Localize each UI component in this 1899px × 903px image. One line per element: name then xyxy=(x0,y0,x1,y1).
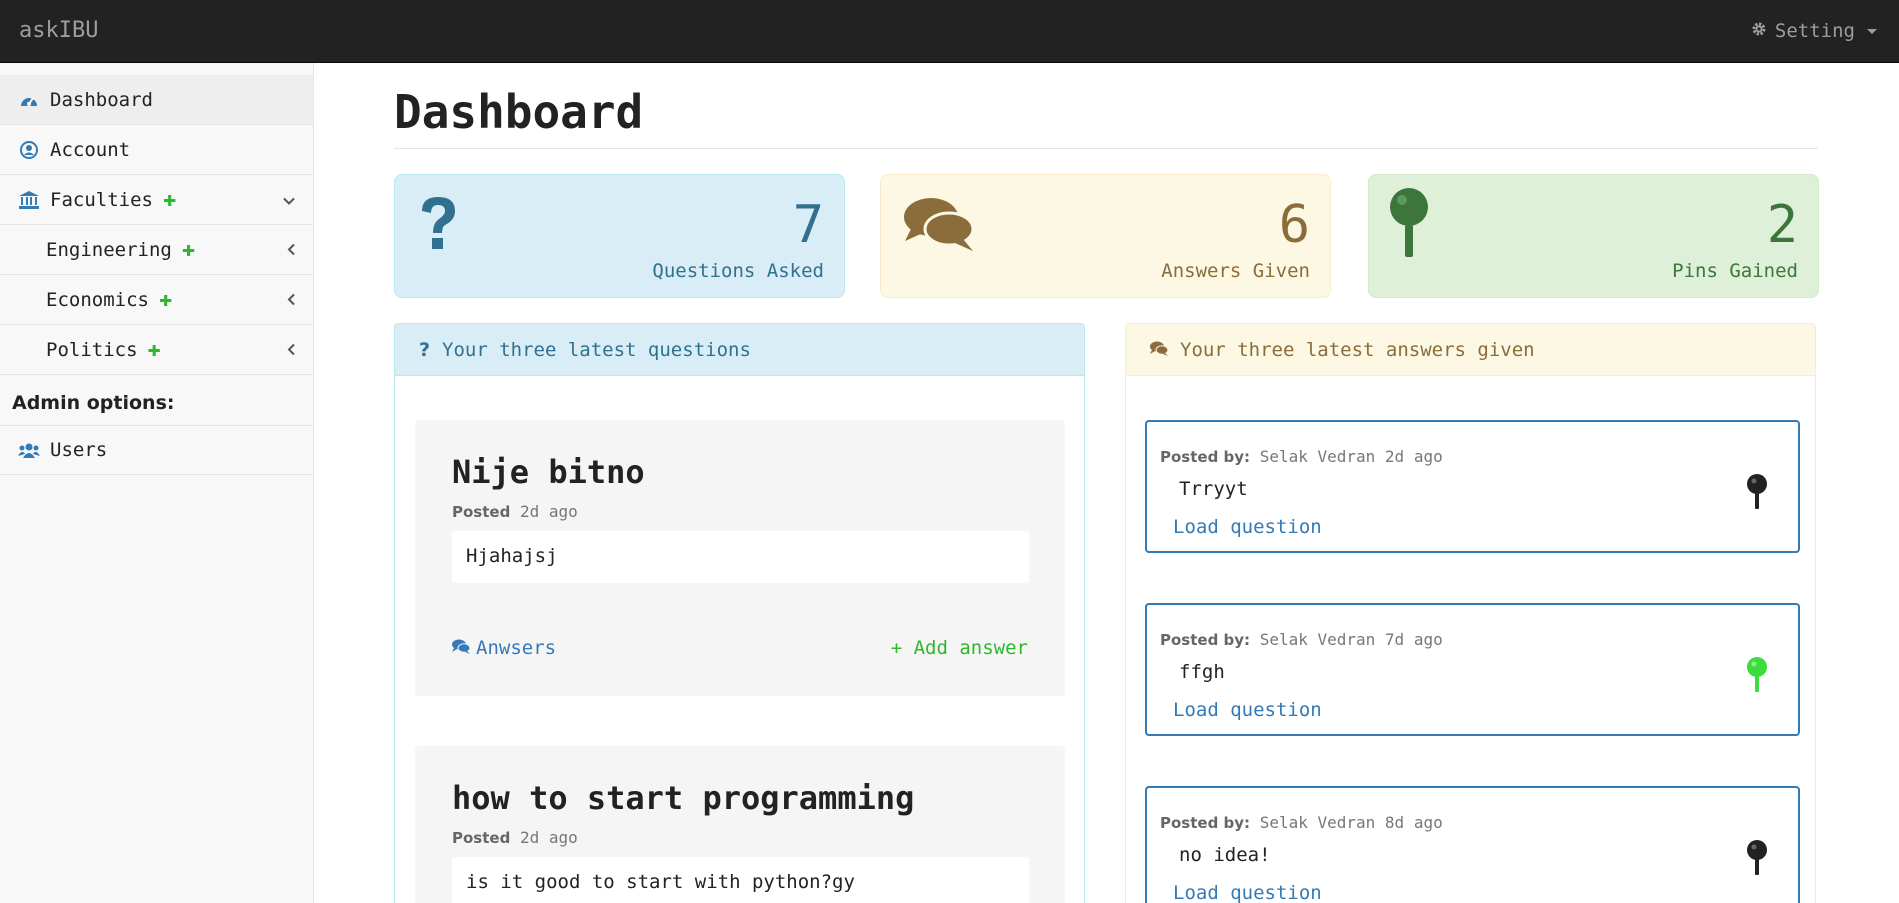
answer-card: Posted by: Selak Vedran 2d ago Trryyt Lo… xyxy=(1145,420,1800,553)
posted-label: Posted xyxy=(452,829,511,847)
stat-caption: Pins Gained xyxy=(1672,260,1798,282)
sidebar-item-label: Dashboard xyxy=(50,88,153,111)
answer-meta: Posted by: Selak Vedran 7d ago xyxy=(1160,630,1443,649)
question-card: Nije bitno Posted 2d ago Hjahajsj Anwser… xyxy=(415,420,1065,696)
setting-label: Setting xyxy=(1774,20,1855,42)
load-question-link[interactable]: Load question xyxy=(1173,882,1322,903)
latest-questions-panel: ? Your three latest questions Nije bitno… xyxy=(394,323,1085,903)
brand-link[interactable]: askIBU xyxy=(19,18,98,43)
answer-card: Posted by: Selak Vedran 7d ago ffgh Load… xyxy=(1145,603,1800,736)
question-icon: ? xyxy=(419,338,431,361)
pin-icon xyxy=(1387,187,1431,263)
stat-value: 2 xyxy=(1766,195,1798,255)
answer-author: Selak Vedran 2d ago xyxy=(1259,447,1443,466)
top-navbar: askIBU Setting xyxy=(0,0,1899,63)
add-engineering-icon[interactable]: ✚ xyxy=(182,237,195,262)
pin-icon[interactable] xyxy=(1746,474,1768,514)
sidebar-item-users[interactable]: Users xyxy=(0,425,313,475)
question-icon xyxy=(417,195,459,255)
gear-icon xyxy=(1751,20,1767,42)
chevron-left-icon xyxy=(287,290,295,309)
panel-heading: Your three latest answers given xyxy=(1126,324,1815,376)
university-icon xyxy=(18,189,40,211)
panel-heading: ? Your three latest questions xyxy=(395,324,1084,376)
load-question-link[interactable]: Load question xyxy=(1173,516,1322,538)
sidebar-item-label: Economics xyxy=(46,288,149,311)
answer-author: Selak Vedran 8d ago xyxy=(1259,813,1443,832)
admin-options-label: Admin options: xyxy=(12,392,175,414)
stat-value: 6 xyxy=(1278,195,1310,255)
question-body: Hjahajsj xyxy=(452,531,1029,583)
sidebar-item-dashboard[interactable]: Dashboard xyxy=(0,75,313,125)
comments-icon xyxy=(452,637,471,659)
comments-icon xyxy=(1150,339,1169,361)
stat-pins-gained: 2 Pins Gained xyxy=(1368,174,1819,298)
panel-heading-label: Your three latest answers given xyxy=(1180,338,1535,361)
add-economics-icon[interactable]: ✚ xyxy=(159,287,172,312)
question-title[interactable]: how to start programming xyxy=(452,779,914,817)
sidebar-item-label: Account xyxy=(50,138,131,161)
question-body: is it good to start with python?gy xyxy=(452,857,1029,903)
answer-meta: Posted by: Selak Vedran 2d ago xyxy=(1160,447,1443,466)
answer-author: Selak Vedran 7d ago xyxy=(1259,630,1443,649)
posted-label: Posted xyxy=(452,503,511,521)
stat-value: 7 xyxy=(792,195,824,255)
sidebar: Dashboard Account Faculties ✚ Engineerin… xyxy=(0,63,314,903)
answer-text: Trryyt xyxy=(1179,478,1248,500)
latest-answers-panel: Your three latest answers given Posted b… xyxy=(1125,323,1816,903)
caret-down-icon xyxy=(1867,28,1877,34)
answers-link-label: Anwsers xyxy=(476,637,557,659)
add-answer-button[interactable]: + Add answer xyxy=(891,637,1028,659)
dashboard-icon xyxy=(18,89,40,111)
sidebar-item-politics[interactable]: Politics ✚ xyxy=(0,325,313,375)
question-meta: Posted 2d ago xyxy=(452,502,578,521)
answer-card: Posted by: Selak Vedran 8d ago no idea! … xyxy=(1145,786,1800,903)
load-question-link[interactable]: Load question xyxy=(1173,699,1322,721)
add-politics-icon[interactable]: ✚ xyxy=(148,337,161,362)
sidebar-item-label: Politics xyxy=(46,338,138,361)
stat-answers-given: 6 Answers Given xyxy=(880,174,1331,298)
title-divider xyxy=(394,148,1818,149)
posted-by-label: Posted by: xyxy=(1160,814,1251,832)
user-circle-icon xyxy=(18,139,40,161)
sidebar-item-label: Faculties xyxy=(50,188,153,211)
posted-by-label: Posted by: xyxy=(1160,631,1251,649)
sidebar-item-account[interactable]: Account xyxy=(0,125,313,175)
question-card: how to start programming Posted 2d ago i… xyxy=(415,746,1065,903)
chevron-down-icon xyxy=(283,190,295,209)
posted-time: 2d ago xyxy=(519,828,578,847)
pin-icon[interactable] xyxy=(1746,657,1768,697)
answer-text: no idea! xyxy=(1179,844,1271,866)
answer-text: ffgh xyxy=(1179,661,1225,683)
posted-by-label: Posted by: xyxy=(1160,448,1251,466)
answer-meta: Posted by: Selak Vedran 8d ago xyxy=(1160,813,1443,832)
chevron-left-icon xyxy=(287,240,295,259)
pin-icon[interactable] xyxy=(1746,840,1768,880)
sidebar-item-economics[interactable]: Economics ✚ xyxy=(0,275,313,325)
users-icon xyxy=(18,439,40,461)
sidebar-item-label: Users xyxy=(50,439,108,461)
panel-heading-label: Your three latest questions xyxy=(442,338,751,361)
sidebar-item-faculties[interactable]: Faculties ✚ xyxy=(0,175,313,225)
posted-time: 2d ago xyxy=(519,502,578,521)
setting-dropdown[interactable]: Setting xyxy=(1751,20,1877,42)
add-faculty-icon[interactable]: ✚ xyxy=(163,187,176,212)
question-title[interactable]: Nije bitno xyxy=(452,453,645,491)
page-title: Dashboard xyxy=(394,85,644,139)
sidebar-item-engineering[interactable]: Engineering ✚ xyxy=(0,225,313,275)
chevron-left-icon xyxy=(287,340,295,359)
stat-caption: Answers Given xyxy=(1161,260,1310,282)
comments-icon xyxy=(903,195,975,259)
stat-questions-asked: 7 Questions Asked xyxy=(394,174,845,298)
answers-link[interactable]: Anwsers xyxy=(452,637,556,659)
stat-caption: Questions Asked xyxy=(652,260,824,282)
sidebar-item-label: Engineering xyxy=(46,238,172,261)
question-meta: Posted 2d ago xyxy=(452,828,578,847)
